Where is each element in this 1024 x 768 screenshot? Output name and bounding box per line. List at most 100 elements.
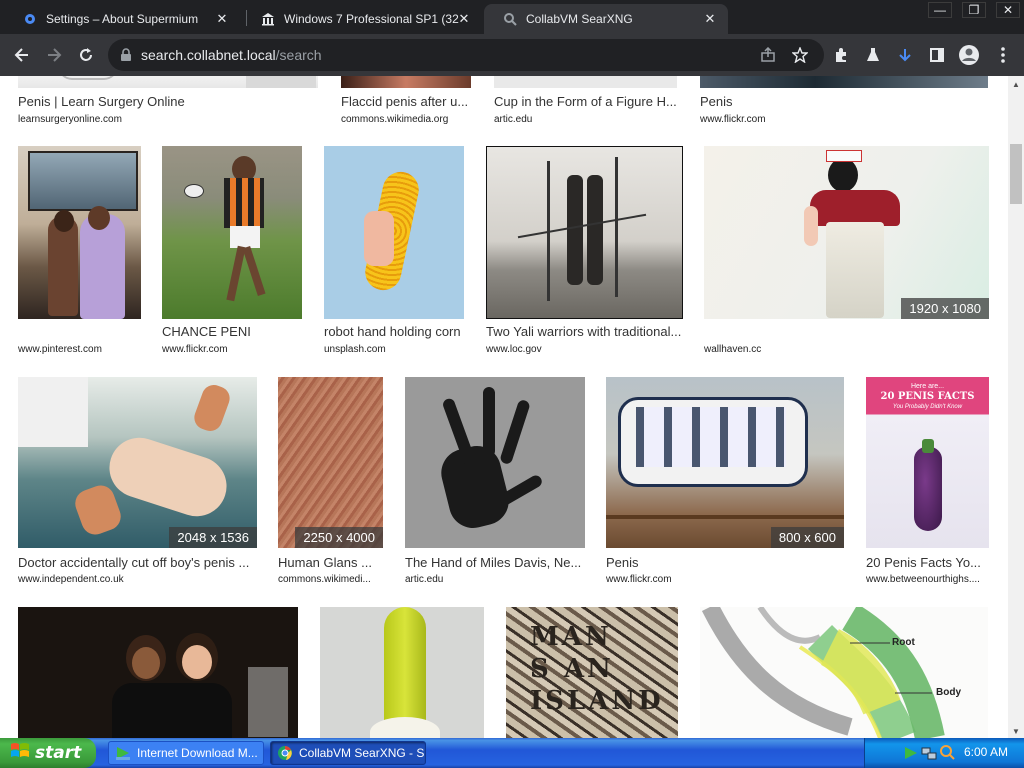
tab-settings[interactable]: Settings – About Supermium ✕ <box>4 4 240 34</box>
result-source: www.independent.co.uk <box>18 574 124 585</box>
result-source: artic.edu <box>494 114 533 125</box>
close-tab-icon[interactable]: ✕ <box>214 11 230 27</box>
reload-icon[interactable] <box>74 43 98 67</box>
result-source: www.flickr.com <box>606 574 672 585</box>
scroll-up-icon[interactable]: ▲ <box>1012 80 1020 89</box>
forward-icon[interactable] <box>42 43 66 67</box>
menu-kebab-icon[interactable] <box>992 44 1014 66</box>
diagram-label-root: Root <box>892 637 915 648</box>
result-thumbnail[interactable]: MAN S AN ISLAND <box>506 607 678 738</box>
image-dimensions: 800 x 600 <box>770 527 844 548</box>
result-title[interactable]: Doctor accidentally cut off boy's penis … <box>18 555 258 570</box>
idm-tray-icon[interactable] <box>903 745 919 766</box>
result-title[interactable]: 20 Penis Facts Yo... <box>866 555 989 570</box>
result-title[interactable]: The Hand of Miles Davis, Ne... <box>405 555 585 570</box>
result-thumbnail[interactable]: 2048 x 1536 <box>18 377 257 548</box>
result-title[interactable]: robot hand holding corn <box>324 324 464 339</box>
tab-title: Settings – About Supermium <box>46 12 199 26</box>
result-thumbnail[interactable] <box>18 146 141 319</box>
result-title[interactable]: Penis <box>700 94 900 109</box>
scrollbar-thumb[interactable] <box>1010 144 1022 204</box>
start-label: start <box>35 743 82 763</box>
tab-title: CollabVM SearXNG <box>526 12 633 26</box>
bookmark-star-icon[interactable] <box>790 45 810 65</box>
image-dimensions: 1920 x 1080 <box>901 298 989 319</box>
result-title[interactable]: Human Glans ... <box>278 555 383 570</box>
result-thumbnail[interactable] <box>162 146 302 319</box>
system-clock: 6:00 AM <box>963 745 1008 759</box>
result-source: unsplash.com <box>324 344 386 355</box>
result-thumbnail[interactable]: Here are... 20 PENIS FACTS You Probably … <box>866 377 989 548</box>
result-thumbnail[interactable] <box>700 76 988 88</box>
book-subtitle: You Probably Didn't Know <box>892 404 963 410</box>
page-scrollbar[interactable]: ▲ ▼ <box>1008 76 1024 738</box>
extensions-icon[interactable] <box>830 44 852 66</box>
search-tray-icon[interactable] <box>939 744 955 765</box>
image-dimensions: 2048 x 1536 <box>169 527 257 548</box>
result-source: artic.edu <box>405 574 444 585</box>
labs-flask-icon[interactable] <box>862 44 884 66</box>
result-source: www.flickr.com <box>162 344 228 355</box>
result-thumbnail[interactable] <box>18 607 298 738</box>
search-results-grid: Penis | Learn Surgery Online learnsurger… <box>0 76 1008 738</box>
result-thumbnail[interactable] <box>320 607 484 738</box>
gear-icon <box>22 11 38 27</box>
profile-avatar-icon[interactable] <box>958 44 980 66</box>
result-title[interactable]: Penis | Learn Surgery Online <box>18 94 298 109</box>
result-source: commons.wikimedia.org <box>341 114 449 125</box>
result-title[interactable]: Two Yali warriors with traditional... <box>486 324 686 339</box>
tab-windows-7[interactable]: Windows 7 Professional SP1 (32 bit ✕ <box>242 4 482 34</box>
result-thumbnail[interactable] <box>405 377 585 548</box>
result-source: www.flickr.com <box>700 114 766 125</box>
taskbar-task-idm[interactable]: Internet Download M... <box>108 741 264 765</box>
share-icon[interactable] <box>758 45 778 65</box>
side-panel-icon[interactable] <box>926 44 948 66</box>
minimize-icon[interactable]: — <box>928 2 952 18</box>
download-icon[interactable] <box>894 44 916 66</box>
result-source: learnsurgeryonline.com <box>18 114 122 125</box>
result-title[interactable]: Penis <box>606 555 844 570</box>
taskbar-task-chrome[interactable]: CollabVM SearXNG - S... <box>270 741 426 765</box>
searxng-icon <box>502 11 518 27</box>
result-source: wallhaven.cc <box>704 344 762 355</box>
tab-collabvm-searxng[interactable]: CollabVM SearXNG ✕ <box>484 4 728 34</box>
result-title[interactable]: CHANCE PENI <box>162 324 302 339</box>
windows-taskbar: start Internet Download M... CollabVM Se… <box>0 738 1024 768</box>
scroll-down-icon[interactable]: ▼ <box>1012 727 1020 736</box>
back-icon[interactable] <box>10 43 34 67</box>
address-bar[interactable]: search.collabnet.local/search <box>108 39 824 71</box>
tab-title: Windows 7 Professional SP1 (32 bit <box>284 12 459 26</box>
system-tray: 6:00 AM <box>864 738 1024 768</box>
start-button[interactable]: start <box>0 738 96 768</box>
result-thumbnail[interactable]: 800 x 600 <box>606 377 844 548</box>
window-controls: — ❐ ✕ <box>918 0 1020 18</box>
url-text: search.collabnet.local/search <box>141 47 322 63</box>
idm-icon <box>115 745 131 761</box>
close-tab-icon[interactable]: ✕ <box>456 11 472 27</box>
result-thumbnail[interactable] <box>494 76 677 88</box>
network-icon[interactable] <box>921 745 937 766</box>
browser-toolbar: search.collabnet.local/search <box>0 34 1024 76</box>
close-tab-icon[interactable]: ✕ <box>702 11 718 27</box>
result-source: www.loc.gov <box>486 344 542 355</box>
book-title: 20 PENIS FACTS <box>880 391 975 402</box>
browser-tab-strip: Settings – About Supermium ✕ Windows 7 P… <box>0 0 1024 34</box>
museum-icon <box>260 11 276 27</box>
anatomy-diagram <box>701 607 945 738</box>
task-title: CollabVM SearXNG - S... <box>299 746 426 760</box>
result-thumbnail[interactable] <box>324 146 464 319</box>
close-window-icon[interactable]: ✕ <box>996 2 1020 18</box>
result-title[interactable]: Cup in the Form of a Figure H... <box>494 94 684 109</box>
result-source: www.betweenourthighs.... <box>866 574 980 585</box>
result-thumbnail[interactable]: Root Body <box>700 607 988 738</box>
result-thumbnail[interactable]: 1920 x 1080 <box>704 146 989 319</box>
image-dimensions: 2250 x 4000 <box>295 527 383 548</box>
collage-text: MAN S AN ISLAND <box>530 622 664 716</box>
result-thumbnail[interactable] <box>486 146 683 319</box>
result-title[interactable]: Flaccid penis after u... <box>341 94 471 109</box>
result-thumbnail[interactable] <box>341 76 471 88</box>
book-kicker: Here are... <box>910 383 945 390</box>
result-thumbnail[interactable]: 2250 x 4000 <box>278 377 383 548</box>
result-thumbnail[interactable] <box>18 76 318 88</box>
maximize-icon[interactable]: ❐ <box>962 2 986 18</box>
